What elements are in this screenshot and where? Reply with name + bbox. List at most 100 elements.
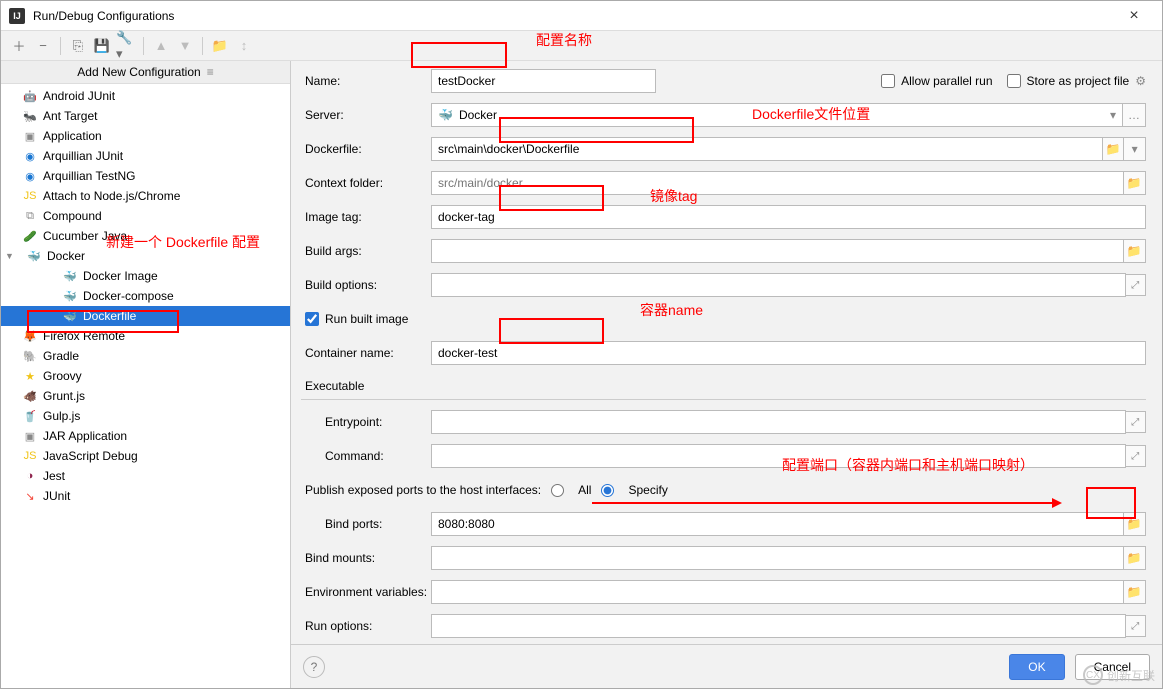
more-button[interactable]: … (1122, 103, 1146, 127)
remove-icon[interactable]: − (33, 36, 53, 56)
left-header: Add New Configuration ≡ (1, 61, 290, 84)
tree-item-label: Dockerfile (83, 309, 136, 323)
bindmounts-input[interactable] (431, 546, 1124, 570)
tree-item-javascript-debug[interactable]: JSJavaScript Debug (1, 446, 290, 466)
tree-item-label: Android JUnit (43, 89, 115, 103)
config-tree[interactable]: 🤖Android JUnit🐜Ant Target▣Application◉Ar… (1, 84, 290, 688)
tree-item-label: JUnit (43, 489, 70, 503)
tree-item-gradle[interactable]: 🐘Gradle (1, 346, 290, 366)
browse-icon[interactable]: 📁 (1123, 171, 1146, 195)
containername-input[interactable] (431, 341, 1146, 365)
tree-item-application[interactable]: ▣Application (1, 126, 290, 146)
up-icon[interactable]: ▲ (151, 36, 171, 56)
context-label: Context folder: (301, 176, 431, 190)
envvars-input[interactable] (431, 580, 1124, 604)
save-icon[interactable]: 💾 (92, 36, 112, 56)
browse-icon[interactable]: 📁 (1102, 137, 1125, 161)
all-radio[interactable]: All (551, 483, 591, 497)
config-type-icon: JS (23, 449, 37, 463)
config-type-icon: 🥤 (23, 409, 37, 423)
bindports-input[interactable] (431, 512, 1124, 536)
tree-item-arquillian-junit[interactable]: ◉Arquillian JUnit (1, 146, 290, 166)
server-combo[interactable]: 🐳 Docker ▾ (431, 103, 1123, 127)
expand-icon[interactable]: ⤢ (1125, 615, 1146, 637)
store-project-checkbox[interactable]: Store as project file (1007, 74, 1130, 88)
envvars-label: Environment variables: (301, 585, 431, 599)
tree-item-docker-image[interactable]: 🐳Docker Image (1, 266, 290, 286)
tree-item-label: Grunt.js (43, 389, 85, 403)
browse-icon[interactable]: 📁 (1123, 512, 1146, 536)
window-title: Run/Debug Configurations (33, 9, 1114, 23)
folder-icon[interactable]: 📁 (210, 36, 230, 56)
down-icon[interactable]: ▼ (175, 36, 195, 56)
config-type-icon: ◑ (23, 469, 37, 483)
ok-button[interactable]: OK (1009, 654, 1064, 680)
allow-parallel-checkbox[interactable]: Allow parallel run (881, 74, 992, 88)
browse-icon[interactable]: 📁 (1123, 546, 1146, 570)
tree-item-ant-target[interactable]: 🐜Ant Target (1, 106, 290, 126)
separator (143, 37, 144, 55)
containername-row: Container name: (301, 341, 1146, 365)
tree-item-firefox-remote[interactable]: 🦊 Firefox Remote (1, 326, 290, 346)
bindports-row: Bind ports: 📁 (301, 512, 1146, 536)
tree-item-jar-application[interactable]: ▣JAR Application (1, 426, 290, 446)
form: Name: Allow parallel run Store as projec… (291, 61, 1162, 644)
tree-item-docker-compose[interactable]: 🐳Docker-compose (1, 286, 290, 306)
tree-item-label: JAR Application (43, 429, 127, 443)
name-input[interactable] (431, 69, 656, 93)
chevron-down-icon[interactable]: ▼ (5, 251, 17, 261)
tree-item-junit[interactable]: ↘JUnit (1, 486, 290, 506)
sort-icon[interactable]: ↕ (234, 36, 254, 56)
tree-item-label: Docker-compose (83, 289, 174, 303)
gear-icon[interactable]: ⚙ (1135, 74, 1146, 88)
config-type-icon: 🐳 (63, 269, 77, 283)
buildoptions-input[interactable] (431, 273, 1126, 297)
menu-icon[interactable]: ≡ (207, 65, 214, 79)
config-type-icon: 🦊 (23, 329, 37, 343)
config-type-icon: ★ (23, 369, 37, 383)
tree-item-label: Gradle (43, 349, 79, 363)
buildoptions-label: Build options: (301, 278, 431, 292)
expand-icon[interactable]: ⤢ (1125, 274, 1146, 296)
left-panel: Add New Configuration ≡ 🤖Android JUnit🐜A… (1, 61, 291, 688)
dockerfile-input[interactable] (431, 137, 1103, 161)
specify-radio[interactable]: Specify (601, 483, 667, 497)
entrypoint-input[interactable] (431, 410, 1126, 434)
chevron-down-icon: ▾ (1110, 108, 1116, 122)
help-icon[interactable]: ? (303, 656, 325, 678)
browse-icon[interactable]: 📁 (1123, 239, 1146, 263)
expand-icon[interactable]: ⤢ (1125, 445, 1146, 467)
tree-item-jest[interactable]: ◑Jest (1, 466, 290, 486)
tree-item-android-junit[interactable]: 🤖Android JUnit (1, 86, 290, 106)
context-input[interactable] (431, 171, 1124, 195)
tree-item-compound[interactable]: ⧉Compound (1, 206, 290, 226)
runoptions-input[interactable] (431, 614, 1126, 638)
tree-item-arquillian-testng[interactable]: ◉Arquillian TestNG (1, 166, 290, 186)
tree-item-dockerfile[interactable]: 🐳Dockerfile (1, 306, 290, 326)
tree-item-attach-to-node-js-chrome[interactable]: JSAttach to Node.js/Chrome (1, 186, 290, 206)
runbuilt-checkbox[interactable]: Run built image (301, 312, 408, 326)
tree-item-label: Ant Target (43, 109, 97, 123)
wrench-icon[interactable]: 🔧▾ (116, 36, 136, 56)
buildargs-input[interactable] (431, 239, 1124, 263)
tree-item-label: Firefox Remote (43, 329, 125, 343)
tree-item-gulp-js[interactable]: 🥤Gulp.js (1, 406, 290, 426)
config-type-icon: ◉ (23, 169, 37, 183)
tree-item-groovy[interactable]: ★Groovy (1, 366, 290, 386)
tree-item-grunt-js[interactable]: 🐗Grunt.js (1, 386, 290, 406)
tree-item-docker[interactable]: ▼🐳Docker (1, 246, 290, 266)
buildargs-row: Build args: 📁 (301, 239, 1146, 263)
tree-item-cucumber-java[interactable]: 🥒Cucumber Java (1, 226, 290, 246)
browse-icon[interactable]: 📁 (1123, 580, 1146, 604)
expand-icon[interactable]: ⤢ (1125, 411, 1146, 433)
add-icon[interactable]: ＋ (9, 36, 29, 56)
server-row: Server: 🐳 Docker ▾ … (301, 103, 1146, 127)
copy-icon[interactable]: ⎘ (68, 36, 88, 56)
chevron-down-icon[interactable]: ▾ (1123, 137, 1146, 161)
bindmounts-label: Bind mounts: (301, 551, 431, 565)
close-icon[interactable]: × (1114, 7, 1154, 25)
command-input[interactable] (431, 444, 1126, 468)
watermark: CX创新互联 (1083, 665, 1155, 685)
imagetag-input[interactable] (431, 205, 1146, 229)
left-header-label: Add New Configuration (77, 65, 200, 79)
